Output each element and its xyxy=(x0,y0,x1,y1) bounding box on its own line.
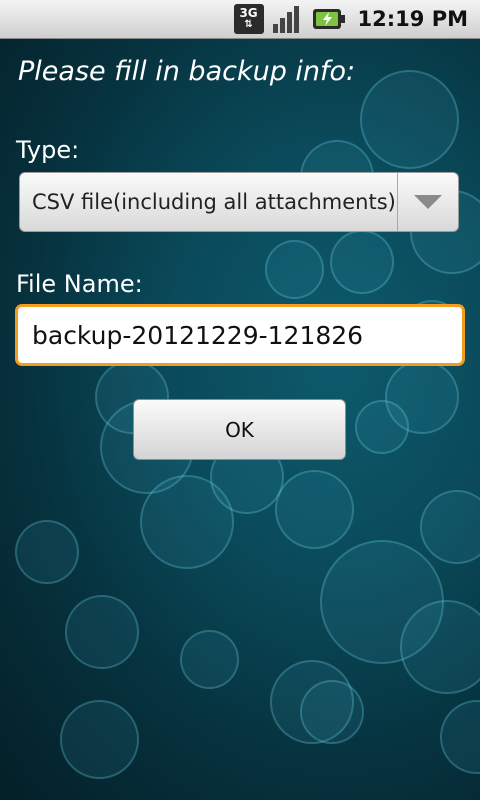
3g-icon: 3G ⇅ xyxy=(233,4,264,34)
status-bar: 3G ⇅ 12:19 PM xyxy=(0,0,480,39)
type-label: Type: xyxy=(16,136,80,164)
ok-button[interactable]: OK xyxy=(133,399,346,460)
type-selected-value: CSV file(including all attachments) xyxy=(32,190,396,214)
filename-input[interactable] xyxy=(15,304,465,366)
filename-label: File Name: xyxy=(16,270,143,298)
page-title: Please fill in backup info: xyxy=(18,56,356,87)
clock: 12:19 PM xyxy=(357,7,468,31)
backup-form: Please fill in backup info: Type: CSV fi… xyxy=(0,38,480,800)
signal-icon xyxy=(272,4,304,34)
battery-charging-icon xyxy=(312,7,346,31)
type-spinner[interactable]: CSV file(including all attachments) xyxy=(19,172,459,232)
dropdown-arrow-icon[interactable] xyxy=(398,173,458,231)
